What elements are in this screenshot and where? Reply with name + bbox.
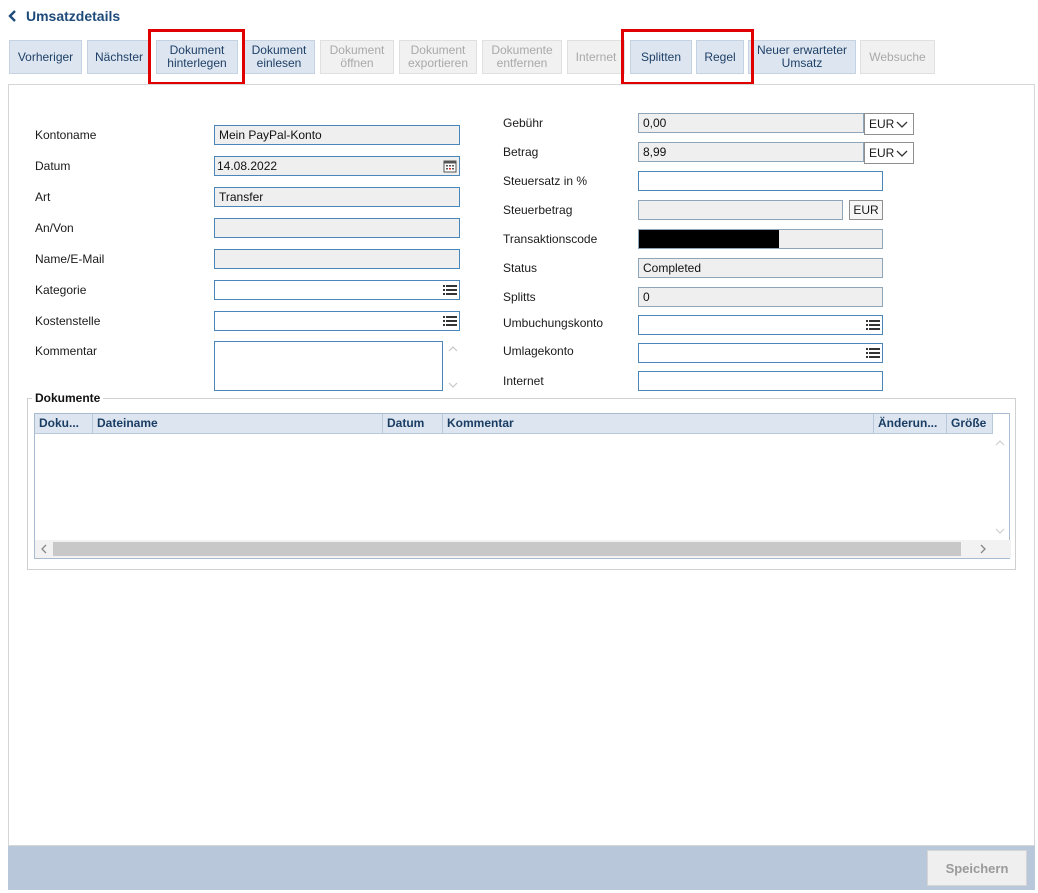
splitts-label: Splitts [503,290,536,304]
column-header[interactable]: Änderun... [874,414,947,434]
kontoname-label: Kontoname [35,128,97,142]
steuerbetrag-field[interactable] [638,200,843,220]
betrag-label: Betrag [503,145,539,159]
attach-document-button[interactable]: Dokument hinterlegen [156,40,238,74]
list-icon[interactable] [441,312,459,330]
list-icon[interactable] [864,344,882,362]
gebuehr-currency-value: EUR [869,117,895,131]
internet-label: Internet [503,374,544,388]
web-search-button[interactable]: Websuche [860,40,935,74]
splitts-field[interactable]: 0 [638,287,883,307]
list-icon[interactable] [864,316,882,334]
kategorie-field[interactable] [214,280,460,300]
transaktionscode-label: Transaktionscode [503,232,598,246]
steuersatz-field[interactable] [638,171,883,191]
column-header[interactable]: Größe [947,414,993,434]
betrag-currency-value: EUR [869,146,895,160]
previous-button[interactable]: Vorheriger [9,40,82,74]
internet-field[interactable] [638,371,883,391]
kommentar-label: Kommentar [35,344,98,358]
open-document-button[interactable]: Dokument öffnen [320,40,394,74]
next-button[interactable]: Nächster [87,40,151,74]
steuersatz-label: Steuersatz in % [503,174,588,188]
an-von-field[interactable] [214,218,460,238]
documents-grid[interactable]: Doku... Dateiname Datum Kommentar Änderu… [34,413,1011,559]
an-von-label: An/Von [35,221,74,235]
gebuehr-label: Gebühr [503,116,544,130]
kostenstelle-field[interactable] [214,311,460,331]
calendar-icon[interactable] [441,157,459,175]
name-email-field[interactable] [214,249,460,269]
transaktionscode-field[interactable] [638,229,883,249]
vertical-scrollbar[interactable] [991,434,1009,541]
documents-group: Dokumente Doku... Dateiname Datum Kommen… [27,391,1016,570]
column-header[interactable]: Dateiname [93,414,383,434]
back-title[interactable]: Umsatzdetails [8,6,120,26]
datum-label: Datum [35,159,71,173]
name-email-label: Name/E-Mail [35,252,105,266]
column-header[interactable]: Kommentar [443,414,874,434]
chevron-left-icon [8,10,16,22]
chevron-left-icon[interactable] [38,543,50,555]
gebuehr-field[interactable]: 0,00 [638,113,864,133]
chevron-down-icon [896,150,908,157]
art-label: Art [35,190,51,204]
split-button[interactable]: Splitten [630,40,692,74]
steuerbetrag-currency: EUR [849,200,883,220]
art-field[interactable]: Transfer [214,187,460,207]
column-header[interactable]: Doku... [35,414,93,434]
column-header[interactable]: Datum [383,414,443,434]
redaction-bar [639,230,779,248]
save-button[interactable]: Speichern [927,850,1027,886]
status-field[interactable]: Completed [638,258,883,278]
betrag-currency-select[interactable]: EUR [864,142,914,164]
kontoname-field[interactable]: Mein PayPal-Konto [214,125,460,145]
umbuchungskonto-label: Umbuchungskonto [503,316,604,330]
status-label: Status [503,261,538,275]
horizontal-scrollbar[interactable] [35,540,1011,558]
page-title: Umsatzdetails [26,8,121,24]
umlagekonto-field[interactable] [638,343,883,363]
scrollbar-thumb[interactable] [53,542,961,556]
kommentar-textarea[interactable] [214,341,458,391]
export-document-button[interactable]: Dokument exportieren [399,40,477,74]
documents-title: Dokumente [32,391,104,405]
datum-value: 14.08.2022 [217,159,278,173]
import-document-button[interactable]: Dokument einlesen [243,40,315,74]
kategorie-label: Kategorie [35,283,87,297]
datum-field[interactable]: 14.08.2022 [214,156,460,176]
umbuchungskonto-field[interactable] [638,315,883,335]
betrag-field[interactable]: 8,99 [638,142,864,162]
chevron-right-icon[interactable] [977,543,989,555]
remove-documents-button[interactable]: Dokumente entfernen [482,40,562,74]
rule-button[interactable]: Regel [696,40,744,74]
footer-bar: Speichern [8,846,1035,890]
textarea-scrollbar[interactable] [446,342,460,392]
steuerbetrag-label: Steuerbetrag [503,203,573,217]
chevron-down-icon [896,121,908,128]
gebuehr-currency-select[interactable]: EUR [864,113,914,135]
list-icon[interactable] [441,281,459,299]
umlagekonto-label: Umlagekonto [503,344,574,358]
internet-button[interactable]: Internet [567,40,625,74]
kostenstelle-label: Kostenstelle [35,314,101,328]
new-expected-transaction-button[interactable]: Neuer erwarteter Umsatz [748,40,856,74]
grid-header: Doku... Dateiname Datum Kommentar Änderu… [35,414,993,434]
